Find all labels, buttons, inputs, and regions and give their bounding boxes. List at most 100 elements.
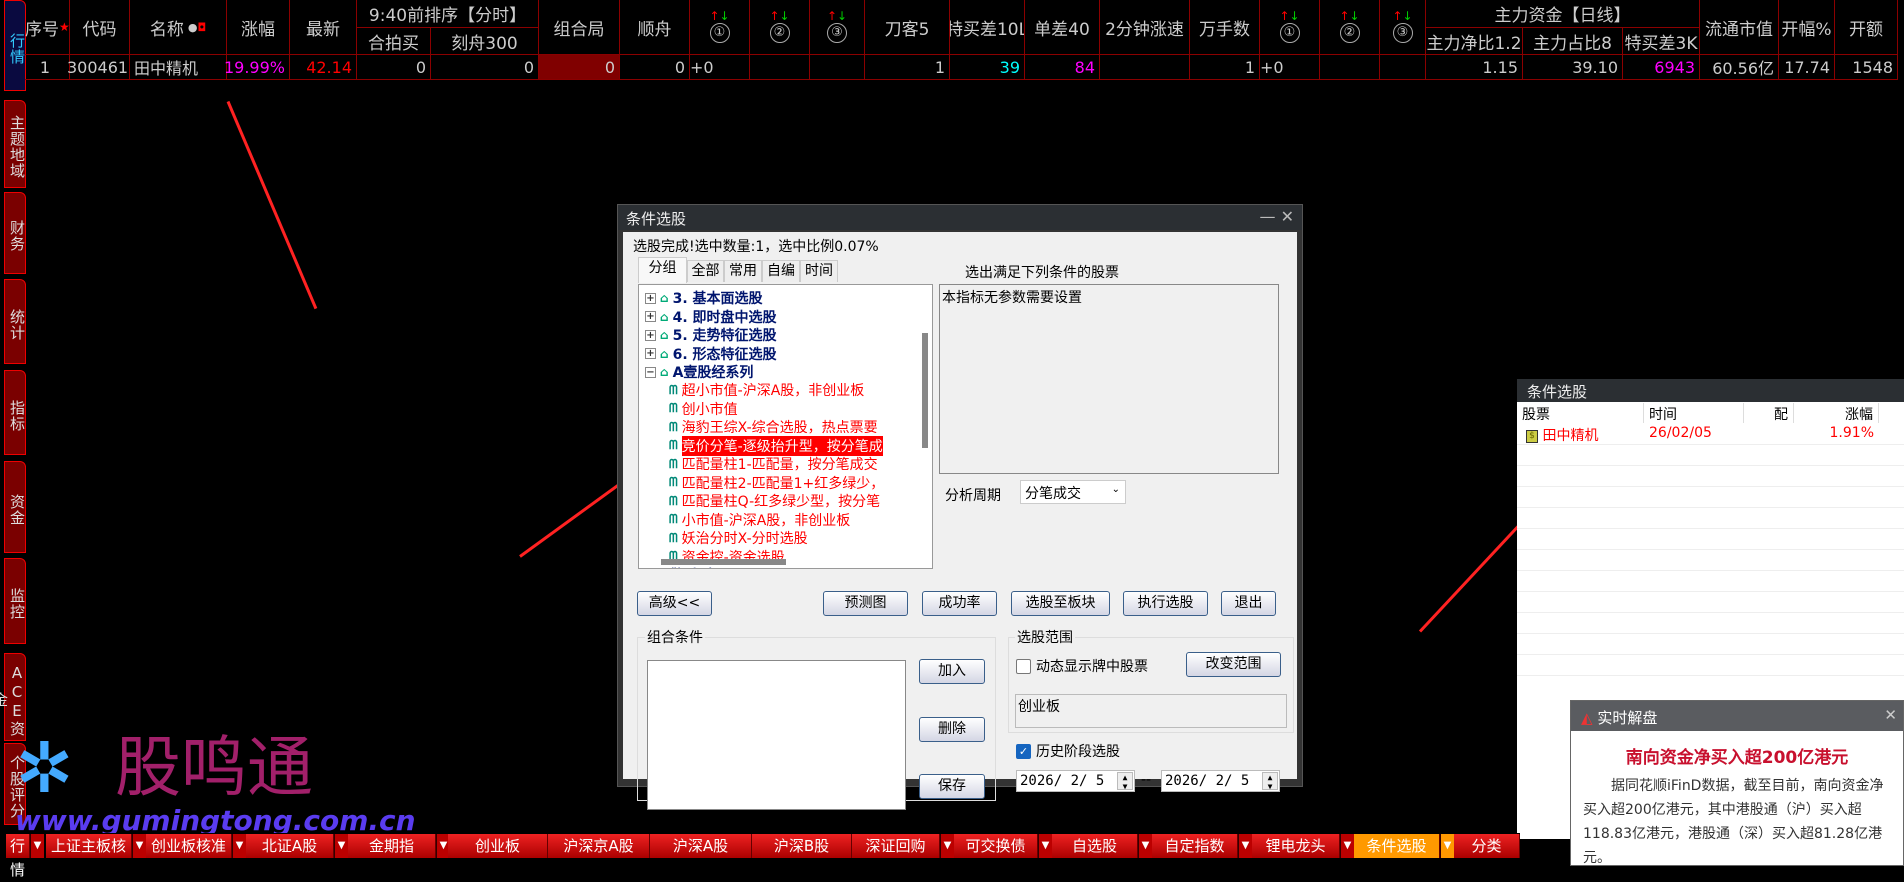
- bottom-tab[interactable]: 分类: [1454, 834, 1520, 858]
- condition-tree[interactable]: + ⌂ 3. 基本面选股 + ⌂ 4. 即时盘中选股 + ⌂ 5. 走势特征选股 + ⌂ 6. 形态特…: [638, 284, 933, 569]
- dropdown-arrow-icon[interactable]: ▼: [334, 834, 348, 858]
- cell-c3[interactable]: [810, 55, 865, 80]
- tree-leaf[interactable]: ᗰ 匹配量柱Q-红多绿少型，按分笔: [669, 492, 880, 511]
- cell-name[interactable]: 田中精机: [130, 55, 227, 80]
- cell-liutong[interactable]: 60.56亿: [1700, 55, 1779, 80]
- tree-leaf[interactable]: ᗰ 创小市值: [669, 400, 738, 418]
- dialog-titlebar[interactable]: 条件选股 — ✕: [618, 205, 1302, 230]
- column-header-kaie[interactable]: 开额: [1835, 0, 1898, 55]
- sidebar-tab[interactable]: 财务: [4, 192, 26, 274]
- column-header-c3[interactable]: ↑↓ ③: [810, 0, 865, 55]
- tree-leaf[interactable]: ᗰ 小市值-沪深A股，非创业板: [669, 511, 850, 529]
- column-header-seq[interactable]: 序号 ★: [25, 0, 70, 55]
- cell-seq[interactable]: 1: [25, 55, 70, 80]
- cell-hepaimai[interactable]: 0: [357, 55, 431, 80]
- expand-icon[interactable]: +: [645, 348, 656, 359]
- bottom-tab[interactable]: 深证回购: [852, 834, 940, 858]
- column-header-last[interactable]: 最新: [290, 0, 357, 55]
- column-header-liutong[interactable]: 流通市值: [1700, 0, 1779, 55]
- save-button[interactable]: 保存: [919, 774, 985, 799]
- success-rate-button[interactable]: 成功率: [922, 591, 997, 616]
- bottom-tab[interactable]: 自定指数: [1152, 834, 1238, 858]
- tab-all[interactable]: 全部: [687, 260, 724, 282]
- bottom-tab[interactable]: 行情: [6, 834, 30, 879]
- expand-icon[interactable]: +: [645, 329, 656, 341]
- sidebar-tab[interactable]: 资金: [4, 461, 26, 553]
- col-header-stock[interactable]: 股票: [1517, 403, 1644, 423]
- tree-leaf[interactable]: ᗰ 匹配量柱1-匹配量，按分笔成交: [669, 455, 878, 474]
- column-header-zuheju[interactable]: 组合局: [539, 0, 620, 55]
- vertical-scrollbar[interactable]: [922, 333, 928, 448]
- spinner-icon[interactable]: ▲ ▼: [1117, 772, 1133, 791]
- tree-group-node[interactable]: + ⌂ 5. 走势特征选股: [645, 326, 777, 344]
- column-header-shunzhou[interactable]: 顺舟: [620, 0, 690, 55]
- history-checkbox[interactable]: ✓: [1016, 744, 1031, 759]
- dropdown-arrow-icon[interactable]: ▼: [1138, 834, 1152, 858]
- bottom-tab[interactable]: 条件选股: [1354, 834, 1440, 858]
- cell-temaicha3k[interactable]: 6943: [1623, 55, 1700, 80]
- dynamic-checkbox[interactable]: [1016, 659, 1031, 674]
- bottom-tab[interactable]: 沪深京A股: [548, 834, 650, 858]
- column-header-name[interactable]: 名称 ●◘: [130, 0, 227, 55]
- execute-button[interactable]: 执行选股: [1123, 591, 1208, 616]
- horizontal-scrollbar[interactable]: [661, 559, 786, 565]
- dropdown-arrow-icon[interactable]: ▼: [30, 834, 44, 858]
- tree-leaf[interactable]: ᗰ 匹配量柱2-匹配量1+红多绿少，: [669, 474, 884, 492]
- column-header-chg[interactable]: 涨幅: [227, 0, 290, 55]
- cell-d3[interactable]: [1380, 55, 1426, 80]
- combo-list[interactable]: [647, 660, 906, 810]
- column-header-c1[interactable]: ↑↓ ①: [690, 0, 750, 55]
- to-block-button[interactable]: 选股至板块: [1011, 591, 1110, 616]
- collapse-icon[interactable]: −: [645, 366, 656, 378]
- column-header-zhanbi[interactable]: 主力占比8: [1523, 28, 1623, 55]
- spinner-icon[interactable]: ▲ ▼: [1262, 772, 1278, 791]
- column-header-wanshou[interactable]: 万手数: [1190, 0, 1260, 55]
- cell-zhangsu[interactable]: [1100, 55, 1190, 80]
- date-to-picker[interactable]: 2026/ 2/ 5 ▲ ▼: [1161, 770, 1280, 792]
- cell-c1[interactable]: +0: [690, 55, 750, 80]
- delete-button[interactable]: 删除: [919, 717, 985, 742]
- cell-last[interactable]: 42.14: [290, 55, 357, 80]
- dropdown-arrow-icon[interactable]: ▼: [232, 834, 246, 858]
- cell-c2[interactable]: [750, 55, 810, 80]
- cell-wanshou[interactable]: 1: [1190, 55, 1260, 80]
- tree-group-node[interactable]: − ⌂ A壹股经系列: [645, 363, 753, 381]
- column-header-d3[interactable]: ↑↓ ③: [1380, 0, 1426, 55]
- sidebar-tab[interactable]: 监控: [4, 558, 26, 644]
- bottom-tab[interactable]: 沪深B股: [752, 834, 852, 858]
- bottom-tab[interactable]: 金期指: [348, 834, 436, 858]
- advanced-button[interactable]: 高级<<: [637, 591, 712, 616]
- column-header-d2[interactable]: ↑↓ ②: [1320, 0, 1380, 55]
- tab-common[interactable]: 常用: [724, 260, 762, 282]
- close-icon[interactable]: ✕: [1884, 706, 1897, 724]
- forecast-button[interactable]: 预测图: [823, 591, 908, 616]
- column-header-hepaimai[interactable]: 合拍买: [357, 28, 431, 55]
- tree-leaf[interactable]: ᗰ 超小市值-沪深A股，非创业板: [669, 381, 864, 400]
- tree-group-node[interactable]: + ⌂ 4. 即时盘中选股: [645, 308, 777, 326]
- dropdown-arrow-icon[interactable]: ▼: [132, 834, 146, 858]
- cell-kaifu[interactable]: 17.74: [1779, 55, 1835, 80]
- dropdown-arrow-icon[interactable]: ▼: [1038, 834, 1052, 858]
- bottom-tab[interactable]: 可交换债: [954, 834, 1038, 858]
- cell-shunzhou[interactable]: 0: [620, 55, 690, 80]
- minimize-close-icons[interactable]: — ✕: [1260, 207, 1295, 226]
- tree-leaf[interactable]: ᗰ 妖治分时X-分时选股: [669, 529, 808, 548]
- exit-button[interactable]: 退出: [1221, 591, 1276, 616]
- column-header-jingbi[interactable]: 主力净比1.2: [1426, 28, 1523, 55]
- column-header-daoke[interactable]: 刀客5: [865, 0, 950, 55]
- bottom-tab[interactable]: 上证主板核: [46, 834, 132, 858]
- cell-code[interactable]: 300461: [67, 55, 130, 80]
- bottom-tab[interactable]: 创业板核准: [146, 834, 232, 858]
- cell-d2[interactable]: [1320, 55, 1380, 80]
- column-header-c2[interactable]: ↑↓ ②: [750, 0, 810, 55]
- sidebar-tab[interactable]: 主题地域: [4, 100, 26, 188]
- column-header-temaicha[interactable]: 特买差10L: [950, 0, 1025, 55]
- dropdown-arrow-icon[interactable]: ▼: [940, 834, 954, 858]
- bottom-tab[interactable]: 锂电龙头: [1252, 834, 1340, 858]
- cell-chg[interactable]: 19.99%: [224, 55, 290, 80]
- cell-jingbi[interactable]: 1.15: [1426, 55, 1523, 80]
- popup-headline[interactable]: 南向资金净买入超200亿港元: [1571, 743, 1903, 768]
- expand-icon[interactable]: +: [645, 292, 656, 304]
- cell-zuheju[interactable]: 0: [539, 55, 620, 80]
- cell-d1[interactable]: +0: [1260, 55, 1320, 80]
